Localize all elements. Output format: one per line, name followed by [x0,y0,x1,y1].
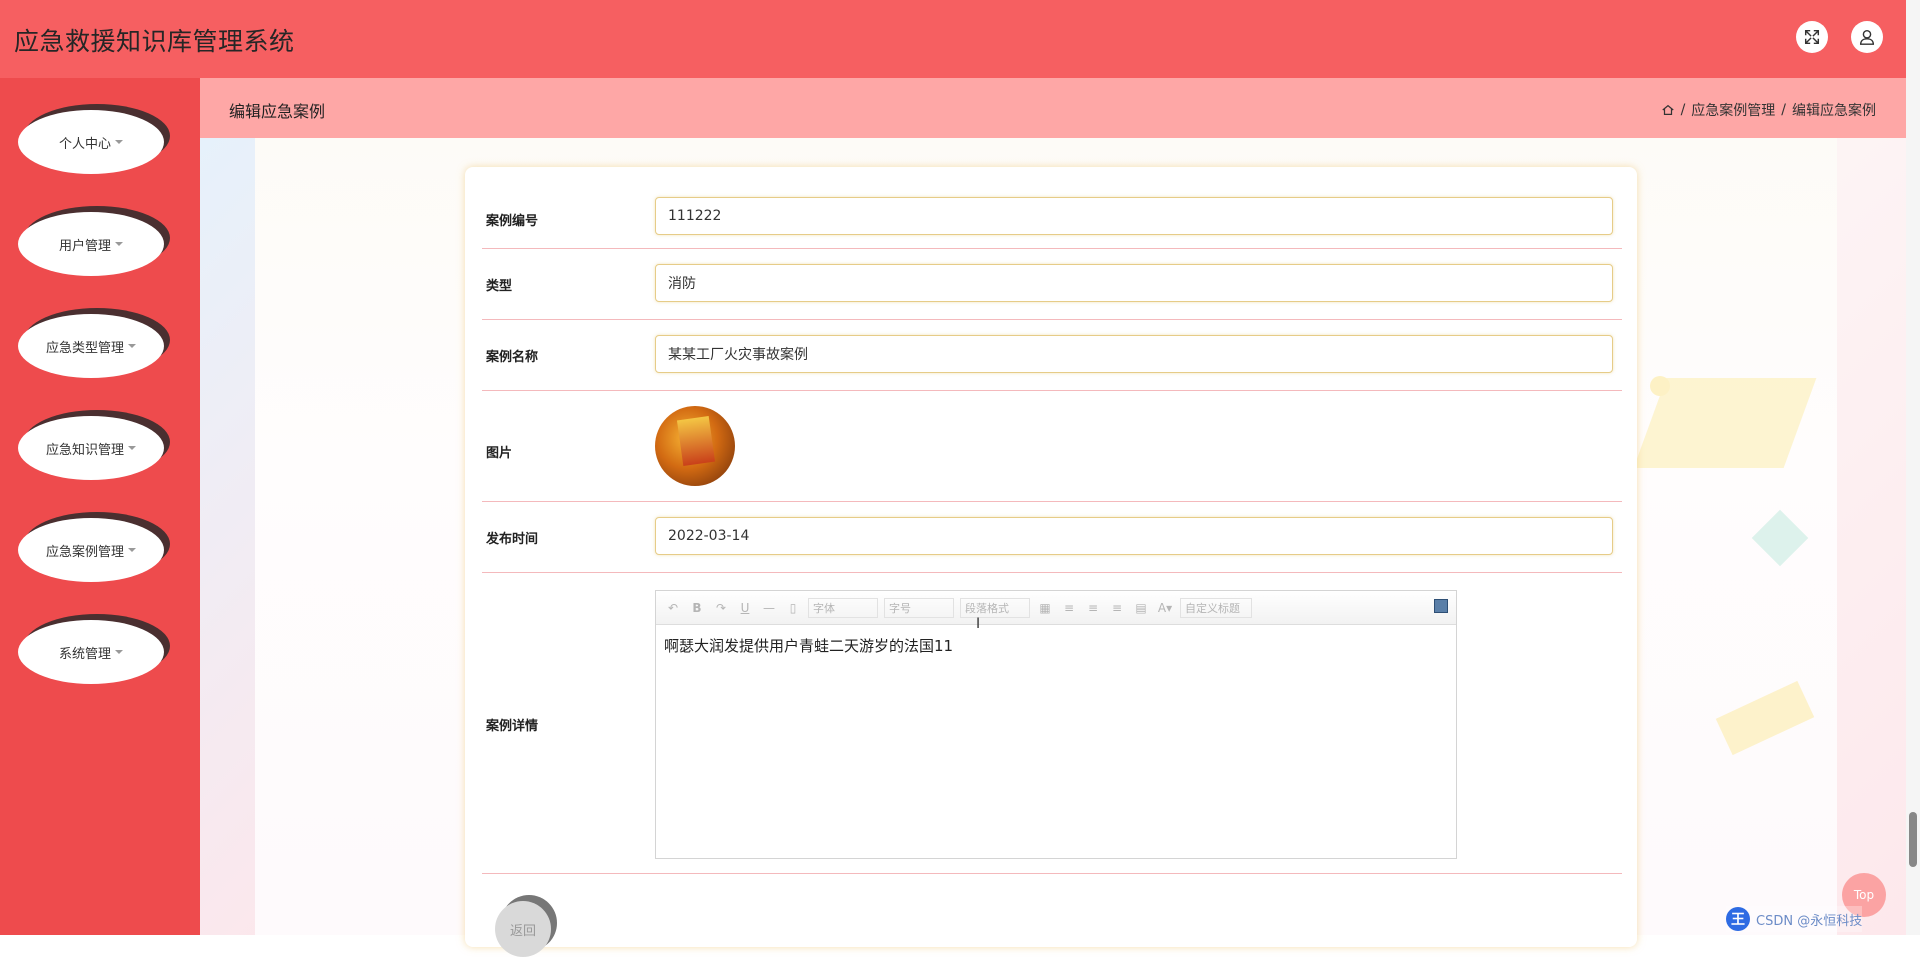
watermark-logo: 王 [1726,907,1750,931]
breadcrumb-item-current: 编辑应急案例 [1792,103,1876,119]
align-justify-icon[interactable]: ▤ [1132,601,1150,615]
home-icon[interactable] [1661,103,1675,117]
date-input[interactable] [655,517,1613,555]
watermark-text: CSDN @永恒科技 [1756,913,1863,929]
align-right-icon[interactable]: ≡ [1084,601,1102,615]
breadcrumb-bar: 编辑应急案例 / 应急案例管理 / 编辑应急案例 [200,78,1906,138]
align-center-icon[interactable]: ≡ [1108,601,1126,615]
image-label: 图片 [486,446,513,461]
sidebar-item-label: 应急类型管理 [45,340,124,356]
menu-pill[interactable]: 应急知识管理 [18,416,164,480]
bold-icon[interactable]: B [688,601,706,615]
case-name-input[interactable] [655,335,1613,373]
form-row-image: 图片 [482,390,1622,502]
type-label: 类型 [486,279,513,294]
breadcrumb: / 应急案例管理 / 编辑应急案例 [1661,100,1876,120]
paragraph-select[interactable]: 段落格式 [960,597,1030,618]
align-left-icon[interactable]: ≡ [1060,601,1078,615]
caret-down-icon [115,650,123,654]
editor-toolbar: ↶ B ↷ U — ▯ 字体 字号 段落格式 ▦ ≡ ≡ ≡ ▤ A▾ 自定义标… [656,591,1456,625]
fullscreen-editor-icon[interactable] [1434,599,1448,613]
case-no-input[interactable] [655,197,1613,235]
fullscreen-button[interactable] [1796,21,1828,53]
undo-icon[interactable]: ↶ [664,601,682,615]
sidebar-item-emergency-type[interactable]: 应急类型管理 [18,308,170,378]
form-row-type: 类型 [482,248,1622,320]
caret-down-icon [128,344,136,348]
case-image-thumbnail[interactable] [655,406,735,486]
back-button-label[interactable]: 返回 [495,901,551,957]
form-row-name: 案例名称 [482,319,1622,391]
table-icon[interactable]: ▦ [1036,601,1054,615]
underline-icon[interactable]: U [736,601,754,615]
scrollbar-thumb[interactable] [1909,812,1917,867]
font-size-select[interactable]: 字号 [884,597,954,618]
caret-down-icon [115,140,123,144]
horizontal-rule-icon[interactable]: — [760,601,778,615]
menu-pill[interactable]: 应急类型管理 [18,314,164,378]
sidebar-item-system[interactable]: 系统管理 [18,614,170,684]
app-title: 应急救援知识库管理系统 [14,27,295,56]
menu-pill[interactable]: 用户管理 [18,212,164,276]
type-input[interactable] [655,264,1613,302]
top-bar: 应急救援知识库管理系统 [0,0,1906,78]
image-poster [676,415,716,467]
breadcrumb-separator: / [1781,102,1786,118]
date-label: 发布时间 [486,532,539,547]
menu-pill[interactable]: 系统管理 [18,620,164,684]
sidebar-item-label: 用户管理 [58,238,111,254]
breadcrumb-item-case-management[interactable]: 应急案例管理 [1691,100,1775,120]
font-color-icon[interactable]: A▾ [1156,601,1174,615]
menu-pill[interactable]: 个人中心 [18,110,164,174]
sidebar-item-label: 个人中心 [58,136,111,152]
watermark: 王 CSDN @永恒科技 [1726,906,1863,932]
text-cursor-icon: I [976,616,981,632]
sidebar-item-label: 应急案例管理 [45,544,124,560]
editor-content[interactable]: 啊瑟大润发提供用户青蛙二天游岁的法国11 [656,625,1456,666]
edit-form: 案例编号 类型 案例名称 图片 发布时间 案例详情 ↶ B ↷ U — ▯ 字体… [465,167,1637,957]
page-scrollbar[interactable] [1906,0,1920,935]
sidebar-item-personal-center[interactable]: 个人中心 [18,104,170,174]
sidebar: 个人中心 用户管理 应急类型管理 应急知识管理 应急案例管理 系统管理 [0,78,200,935]
page-title: 编辑应急案例 [229,102,326,121]
case-no-label: 案例编号 [486,214,539,229]
expand-icon [1804,29,1820,45]
back-button[interactable]: 返回 [495,895,557,957]
sidebar-item-emergency-knowledge[interactable]: 应急知识管理 [18,410,170,480]
form-row-date: 发布时间 [482,501,1622,573]
user-button[interactable] [1851,21,1883,53]
case-name-label: 案例名称 [486,350,539,365]
caret-down-icon [128,548,136,552]
decoration-shape [1650,376,1670,396]
redo-icon[interactable]: ↷ [712,601,730,615]
caret-down-icon [115,242,123,246]
menu-pill[interactable]: 应急案例管理 [18,518,164,582]
custom-title-select[interactable]: 自定义标题 [1180,597,1252,618]
sidebar-item-user-management[interactable]: 用户管理 [18,206,170,276]
form-row-case-no: 案例编号 [482,167,1622,249]
sidebar-item-label: 应急知识管理 [45,442,124,458]
sidebar-item-label: 系统管理 [58,646,111,662]
sidebar-item-emergency-case[interactable]: 应急案例管理 [18,512,170,582]
paste-icon[interactable]: ▯ [784,601,802,615]
detail-label: 案例详情 [486,719,539,734]
form-row-detail: 案例详情 ↶ B ↷ U — ▯ 字体 字号 段落格式 ▦ ≡ ≡ ≡ ▤ A▾… [482,572,1622,874]
caret-down-icon [128,446,136,450]
font-family-select[interactable]: 字体 [808,597,878,618]
breadcrumb-separator: / [1680,102,1686,118]
user-icon [1859,29,1875,45]
rich-text-editor[interactable]: ↶ B ↷ U — ▯ 字体 字号 段落格式 ▦ ≡ ≡ ≡ ▤ A▾ 自定义标… [655,590,1457,859]
